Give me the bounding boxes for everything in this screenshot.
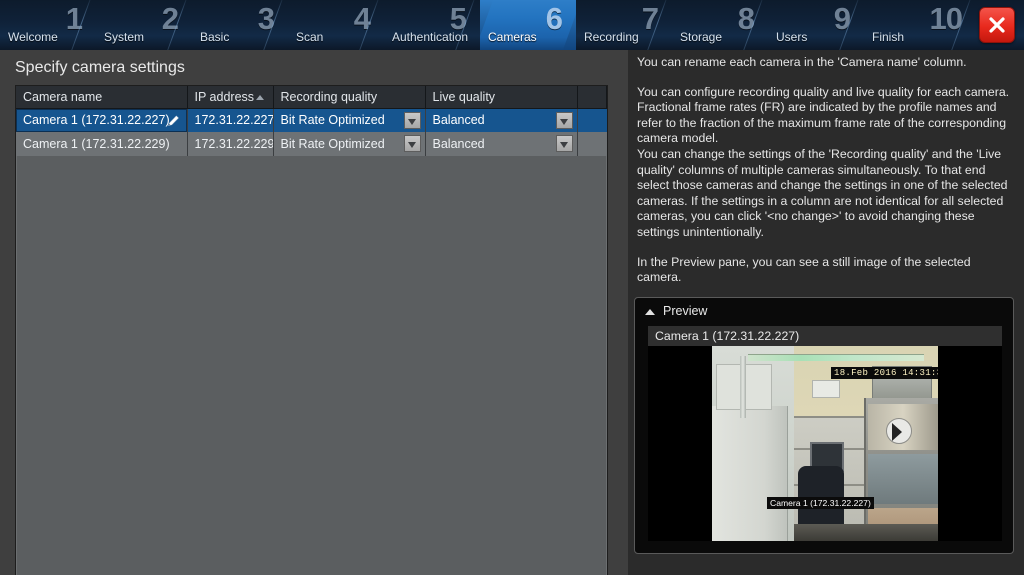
cell-spacer [577, 132, 607, 156]
wizard-step-number: 7 [641, 1, 659, 36]
wizard-step-storage[interactable]: 8 Storage [672, 0, 768, 50]
scene-cabinet-row-2 [868, 454, 938, 504]
wizard-step-welcome[interactable]: 1 Welcome [0, 0, 96, 50]
wizard-step-label: Welcome [8, 30, 58, 44]
wizard-step-number: 2 [161, 1, 179, 36]
wizard-step-number: 10 [929, 1, 963, 36]
wizard-step-bar: 1 Welcome 2 System 3 Basic 4 Scan 5 Authenticatio… [0, 0, 1024, 50]
preview-panel: Preview Camera 1 (172.31.22.227) 18.Feb … [634, 297, 1014, 554]
wizard-step-users[interactable]: 9 Users [768, 0, 864, 50]
scene-cabinet [712, 406, 788, 541]
wizard-step-authentication[interactable]: 5 Authentication [384, 0, 480, 50]
recording-quality-value: Bit Rate Optimized [280, 113, 385, 128]
help-paragraph-4: In the Preview pane, you can see a still… [637, 254, 971, 285]
wizard-step-number: 9 [833, 1, 851, 36]
cell-camera-name[interactable]: Camera 1 (172.31.22.227) [16, 108, 188, 132]
column-header-ip-address[interactable]: IP address [187, 86, 274, 109]
close-icon [989, 17, 1005, 33]
wizard-step-label: Authentication [392, 30, 469, 44]
scene-white-box [812, 380, 840, 398]
table-body: Camera 1 (172.31.22.227) 172.31.22.227 Bit… [16, 108, 607, 156]
wizard-step-number: 1 [65, 1, 83, 36]
cell-live-quality[interactable]: Balanced [425, 132, 578, 156]
scene-cabinet-row-1 [868, 404, 938, 450]
cell-recording-quality[interactable]: Bit Rate Optimized [273, 108, 426, 132]
recording-quality-value: Bit Rate Optimized [280, 137, 385, 151]
chevron-down-icon [408, 118, 416, 125]
wizard-step-number: 6 [545, 1, 563, 36]
wizard-step-label: Recording [584, 30, 639, 44]
scene-pipe [740, 356, 746, 418]
column-header-recording-quality[interactable]: Recording quality [273, 86, 426, 109]
preview-camera-title: Camera 1 (172.31.22.227) [648, 326, 1002, 346]
column-header-live-quality[interactable]: Live quality [425, 86, 578, 109]
table-header-row: Camera name IP address Recording quality… [16, 86, 607, 109]
wizard-step-label: Storage [680, 30, 723, 44]
wizard-step-recording[interactable]: 7 Recording [576, 0, 672, 50]
help-paragraph-2: You can configure recording quality and … [637, 84, 1010, 146]
preview-video-area[interactable]: 18.Feb 2016 14:31:38 Camera 1 (172.31.22… [648, 346, 1002, 541]
cell-spacer [577, 108, 607, 132]
wizard-step-number: 3 [257, 1, 275, 36]
cell-camera-name[interactable]: Camera 1 (172.31.22.229) [16, 132, 188, 156]
wizard-step-label: Scan [296, 30, 324, 44]
chevron-down-icon [408, 142, 416, 148]
wizard-step-scan[interactable]: 4 Scan [288, 0, 384, 50]
cell-ip-address: 172.31.22.229 [187, 132, 274, 156]
wizard-step-label: System [104, 30, 145, 44]
live-quality-value: Balanced [432, 137, 485, 151]
scene-floor [794, 524, 938, 541]
preview-header[interactable]: Preview [635, 298, 1013, 324]
live-quality-value: Balanced [432, 113, 485, 128]
cell-ip-address: 172.31.22.227 [187, 108, 274, 132]
recording-quality-dropdown-button[interactable] [403, 111, 421, 129]
wizard-step-cameras[interactable]: 6 Cameras [480, 0, 576, 50]
wizard-step-finish[interactable]: 10 Finish [864, 0, 976, 50]
live-quality-dropdown-button[interactable] [555, 111, 573, 129]
wizard-step-basic[interactable]: 3 Basic [192, 0, 288, 50]
help-paragraph-3: You can change the settings of the 'Reco… [637, 146, 1008, 239]
sort-ascending-icon [255, 95, 264, 100]
preview-still-image: 18.Feb 2016 14:31:38 Camera 1 (172.31.22… [712, 346, 938, 541]
help-paragraph-1: You can rename each camera in the 'Camer… [637, 55, 967, 69]
camera-name-text: Camera 1 (172.31.22.227) [23, 113, 170, 128]
caret-up-icon[interactable] [645, 309, 655, 315]
wizard-step-number: 4 [353, 1, 371, 36]
video-camera-label-overlay: Camera 1 (172.31.22.227) [767, 497, 874, 509]
table-row[interactable]: Camera 1 (172.31.22.227) 172.31.22.227 Bit… [16, 108, 607, 132]
close-button[interactable] [979, 7, 1015, 43]
scene-disc-object [886, 418, 912, 444]
wizard-step-number: 8 [737, 1, 755, 36]
video-timestamp-overlay: 18.Feb 2016 14:31:38 [831, 367, 938, 379]
wizard-step-label: Finish [872, 30, 905, 44]
camera-table: Camera name IP address Recording quality… [16, 86, 607, 156]
help-pane: You can rename each camera in the 'Camer… [628, 50, 1024, 575]
scene-glass-cabinet [864, 398, 938, 541]
wizard-step-label: Cameras [488, 30, 537, 44]
pencil-icon[interactable] [166, 113, 181, 128]
wizard-steps: 1 Welcome 2 System 3 Basic 4 Scan 5 Authenticatio… [0, 0, 980, 50]
preview-header-label: Preview [663, 304, 708, 318]
column-header-spacer [577, 86, 607, 109]
camera-name-text: Camera 1 (172.31.22.229) [23, 137, 170, 151]
column-header-camera-name[interactable]: Camera name [16, 86, 188, 109]
wizard-step-system[interactable]: 2 System [96, 0, 192, 50]
chevron-down-icon [560, 142, 568, 148]
recording-quality-dropdown-button[interactable] [403, 135, 421, 152]
wizard-step-label: Users [776, 30, 808, 44]
cell-recording-quality[interactable]: Bit Rate Optimized [273, 132, 426, 156]
scene-ceiling-light [748, 354, 924, 361]
cell-live-quality[interactable]: Balanced [425, 108, 578, 132]
column-header-ip-address-label: IP address [194, 89, 255, 104]
page-title: Specify camera settings [15, 59, 185, 76]
wizard-window: 1 Welcome 2 System 3 Basic 4 Scan 5 Authenticatio… [0, 0, 1024, 575]
wizard-step-label: Basic [200, 30, 230, 44]
camera-table-panel: Camera name IP address Recording quality… [15, 85, 608, 575]
chevron-down-icon [560, 118, 568, 125]
main-content-pane: Specify camera settings Camera name IP a… [0, 50, 628, 575]
table-row[interactable]: Camera 1 (172.31.22.229) 172.31.22.229 Bit… [16, 132, 607, 156]
live-quality-dropdown-button[interactable] [555, 135, 573, 152]
help-text: You can rename each camera in the 'Camer… [637, 55, 1015, 300]
